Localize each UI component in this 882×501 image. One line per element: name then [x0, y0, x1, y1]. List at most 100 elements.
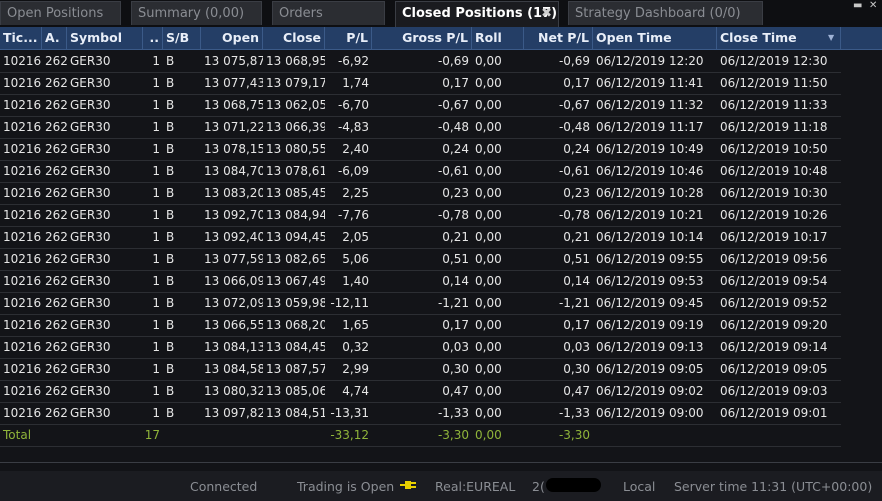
table-row[interactable]: 10216 262 GER30 1 B 13 092,70 13 084,94 -7,76 -0…	[0, 204, 841, 227]
column-header-pl[interactable]: P/L	[325, 27, 372, 49]
table-row[interactable]: 10216 262 GER30 1 B 13 078,15 13 080,55 2,40 0,2…	[0, 138, 841, 161]
cell-gross-pl: 0,17	[442, 318, 469, 332]
cell-open: 13 084,70	[204, 164, 263, 178]
column-header-gross-pl[interactable]: Gross P/L	[372, 27, 472, 49]
cell-close: 13 084,51	[266, 406, 325, 420]
table-row[interactable]: 10216 262 GER30 1 B 13 068,75 13 062,05 -6,70 -0…	[0, 94, 841, 117]
column-header-side[interactable]: S/B	[163, 27, 201, 49]
cell-account: 262	[45, 164, 67, 178]
cell-ticket: 10216	[3, 296, 42, 310]
cell-side: B	[166, 230, 175, 244]
grid-header: Tic... A. Symbol.. S/B Open Close P/L Gross P/L…	[0, 27, 882, 50]
cell-net-pl: -0,48	[558, 120, 590, 134]
column-header-ticket[interactable]: Tic...	[0, 27, 42, 49]
cell-roll: 0,00	[475, 340, 502, 354]
cell-open-time: 06/12/2019 09:45	[596, 296, 704, 310]
tab-orders[interactable]: Orders	[272, 1, 385, 25]
column-header-roll[interactable]: Roll	[472, 27, 524, 49]
cell-open-time: 06/12/2019 10:49	[596, 142, 704, 156]
cell-side: B	[166, 384, 175, 398]
cell-roll: 0,00	[475, 142, 502, 156]
column-header-symbol[interactable]: Symbol	[67, 27, 143, 49]
cell-ticket: 10216	[3, 164, 42, 178]
cell-close-time: 06/12/2019 11:18	[720, 120, 828, 134]
cell-symbol: GER30	[70, 252, 111, 266]
table-row[interactable]: 10216 262 GER30 1 B 13 084,70 13 078,61 -6,09 -0…	[0, 160, 841, 183]
cell-ticket: 10216	[3, 186, 42, 200]
table-row[interactable]: 10216 262 GER30 1 B 13 083,20 13 085,45 2,25 0,2…	[0, 182, 841, 205]
table-row[interactable]: 10216 262 GER30 1 B 13 077,59 13 082,65 5,06 0,5…	[0, 248, 841, 271]
table-row[interactable]: 10216 262 GER30 1 B 13 084,58 13 087,57 2,99 0,3…	[0, 358, 841, 381]
tab-closed-positions-label: Closed Positions (17)	[402, 6, 558, 21]
cell-symbol: GER30	[70, 362, 111, 376]
cell-side: B	[166, 142, 175, 156]
connection-status: Connected	[190, 479, 258, 494]
header-scroll-gutter	[841, 27, 882, 49]
column-header-open-time[interactable]: Open Time	[593, 27, 717, 49]
cell-pl: 2,05	[342, 230, 369, 244]
tab-open-positions[interactable]: Open Positions	[0, 1, 121, 25]
cell-roll: 0,00	[475, 406, 502, 420]
table-row[interactable]: 10216 262 GER30 1 B 13 066,55 13 068,20 1,65 0,1…	[0, 314, 841, 337]
cell-gross-pl: 0,23	[442, 186, 469, 200]
trading-status: Trading is Open	[297, 479, 395, 494]
cell-side: B	[166, 98, 175, 112]
cell-close: 13 066,39	[266, 120, 325, 134]
sort-desc-icon[interactable]: ▼	[828, 27, 834, 49]
close-tab-icon[interactable]: ✖	[541, 2, 552, 26]
column-header-net-pl[interactable]: Net P/L	[524, 27, 593, 49]
cell-amount: 1	[152, 406, 160, 420]
total-gross-pl: -3,30	[437, 428, 469, 442]
minimize-icon[interactable]: ▬	[853, 0, 862, 12]
cell-net-pl: 0,51	[563, 252, 590, 266]
tab-summary[interactable]: Summary (0,00)	[131, 1, 262, 25]
cell-pl: -13,31	[330, 406, 369, 420]
table-row[interactable]: 10216 262 GER30 1 B 13 077,43 13 079,17 1,74 0,1…	[0, 72, 841, 95]
cell-gross-pl: -1,21	[437, 296, 469, 310]
cell-pl: -7,76	[337, 208, 369, 222]
table-row[interactable]: 10216 262 GER30 1 B 13 080,32 13 085,06 4,74 0,4…	[0, 380, 841, 403]
redacted-account-id	[546, 478, 601, 492]
cell-amount: 1	[152, 340, 160, 354]
cell-symbol: GER30	[70, 274, 111, 288]
total-net-pl: -3,30	[558, 428, 590, 442]
table-row[interactable]: 10216 262 GER30 1 B 13 084,13 13 084,45 0,32 0,0…	[0, 336, 841, 359]
total-pl: -33,12	[330, 428, 369, 442]
table-row[interactable]: 10216 262 GER30 1 B 13 075,87 13 068,95 -6,92 -0…	[0, 50, 841, 73]
cell-amount: 1	[152, 296, 160, 310]
table-row[interactable]: 10216 262 GER30 1 B 13 066,09 13 067,49 1,40 0,1…	[0, 270, 841, 293]
column-header-account[interactable]: A.	[42, 27, 67, 49]
cell-ticket: 10216	[3, 340, 42, 354]
close-window-icon[interactable]: ✕	[869, 0, 877, 12]
cell-net-pl: -1,33	[558, 406, 590, 420]
cell-net-pl: -1,21	[558, 296, 590, 310]
table-row[interactable]: 10216 262 GER30 1 B 13 092,40 13 094,45 2,05 0,2…	[0, 226, 841, 249]
column-header-close-time[interactable]: Close Time	[717, 27, 841, 49]
table-row[interactable]: 10216 262 GER30 1 B 13 072,09 13 059,98 -12,11 -…	[0, 292, 841, 315]
cell-open: 13 080,32	[204, 384, 263, 398]
tab-bar: Open Positions Summary (0,00) Orders Clo…	[0, 0, 882, 27]
cell-close-time: 06/12/2019 11:50	[720, 76, 828, 90]
cell-close: 13 084,45	[266, 340, 325, 354]
cell-roll: 0,00	[475, 98, 502, 112]
server-time: Server time 11:31 (UTC+00:00)	[674, 479, 873, 494]
cell-account: 262	[45, 98, 67, 112]
cell-ticket: 10216	[3, 362, 42, 376]
table-row[interactable]: 10216 262 GER30 1 B 13 097,82 13 084,51 -13,31 -…	[0, 402, 841, 425]
cell-side: B	[166, 54, 175, 68]
cell-symbol: GER30	[70, 208, 111, 222]
cell-roll: 0,00	[475, 384, 502, 398]
tab-closed-positions[interactable]: Closed Positions (17) ✖	[395, 1, 559, 27]
cell-close: 13 068,20	[266, 318, 325, 332]
column-header-close[interactable]: Close	[263, 27, 325, 49]
cell-pl: 2,99	[342, 362, 369, 376]
column-header-open[interactable]: Open	[201, 27, 263, 49]
cell-amount: 1	[152, 164, 160, 178]
column-header-amount[interactable]: ..	[143, 27, 163, 49]
table-row[interactable]: 10216 262 GER30 1 B 13 071,22 13 066,39 -4,83 -0…	[0, 116, 841, 139]
cell-ticket: 10216	[3, 230, 42, 244]
total-roll: 0,00	[475, 428, 502, 442]
cell-pl: 5,06	[342, 252, 369, 266]
tab-strategy-dashboard[interactable]: Strategy Dashboard (0/0)	[568, 1, 763, 25]
cell-roll: 0,00	[475, 230, 502, 244]
